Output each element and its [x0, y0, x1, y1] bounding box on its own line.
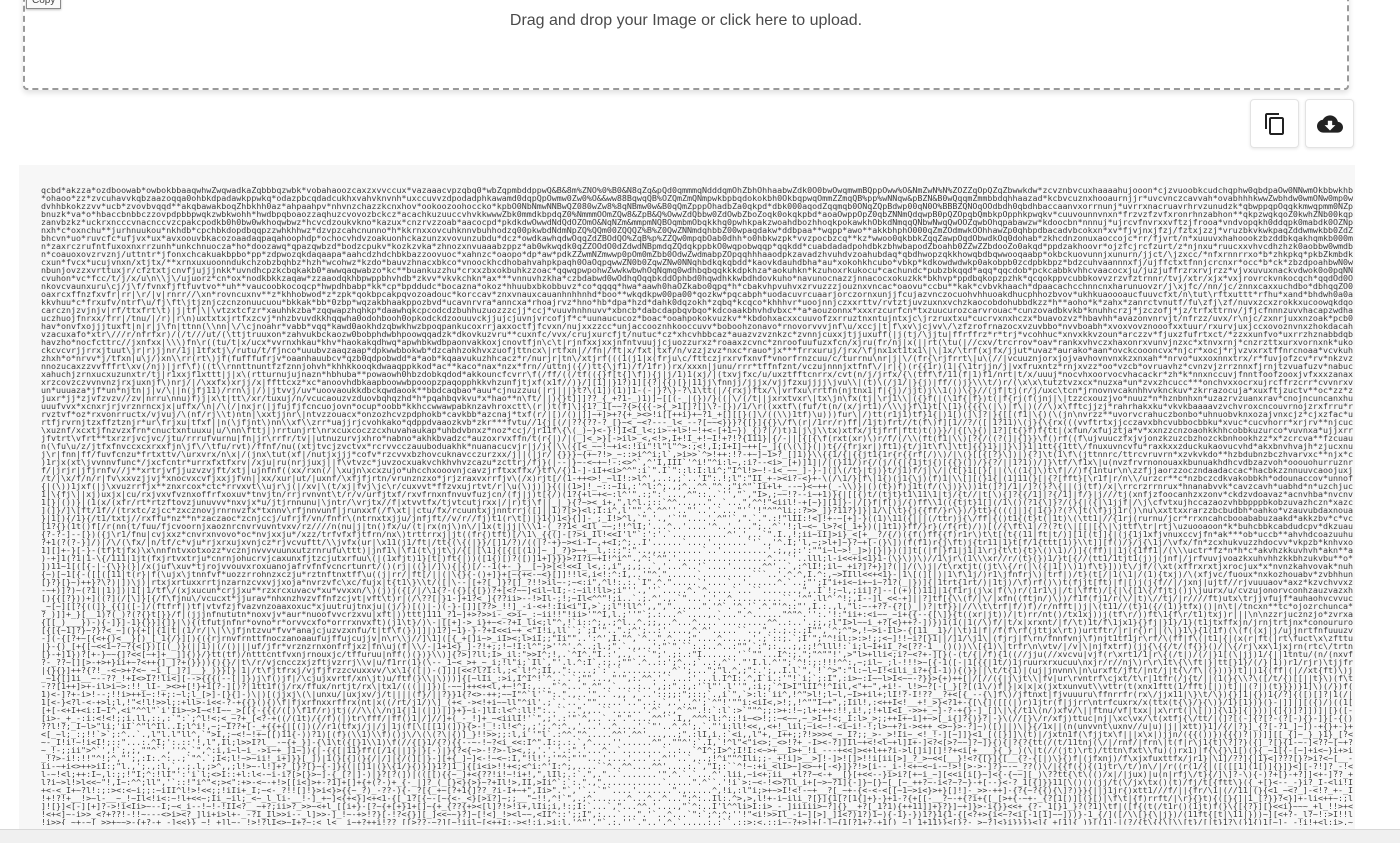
copy-tooltip: Copy: [26, 0, 62, 9]
copy-button[interactable]: [1250, 99, 1299, 148]
upload-instruction: Drag and drop your Image or click here t…: [509, 12, 863, 29]
ascii-art-output: qcbd*akzza*ozdboowab*owbokbbaaqwhwZwqwad…: [19, 165, 1355, 835]
copy-icon: [1264, 112, 1284, 135]
bottom-scrollbar[interactable]: [0, 829, 1400, 843]
image-upload-dropzone[interactable]: Drag and drop your Image or click here t…: [23, 0, 1349, 90]
download-button[interactable]: [1305, 99, 1354, 148]
ascii-art-image: qcbd*akzza*ozdboowab*owbokbbaaqwhwZwqwad…: [41, 186, 1353, 825]
cloud-download-icon: [1316, 114, 1343, 133]
ascii-art-row: !i>>{_~+-~[_>>+~~>-{+?-+_-]<<}}_~!_+]l~-…: [41, 817, 1353, 825]
